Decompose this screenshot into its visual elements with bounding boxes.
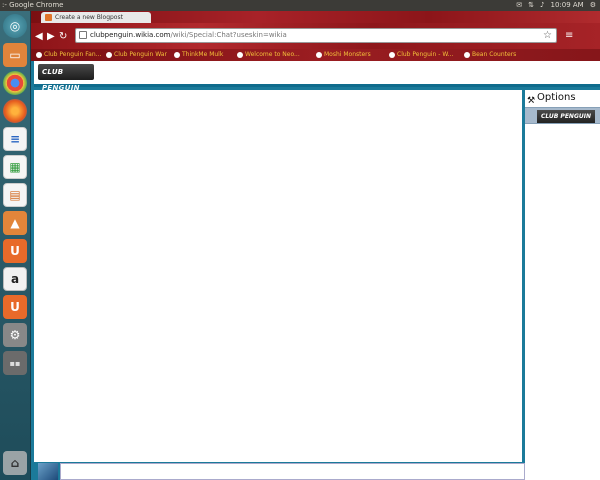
window-title: :- Google Chrome	[2, 1, 64, 9]
bookmark-item[interactable]: ThinkMe Mulk	[173, 49, 223, 61]
bookmark-item[interactable]: Moshi Monsters	[315, 49, 371, 61]
chat-input-row	[34, 462, 525, 480]
wiki-logo[interactable]: CLUB PENGUIN	[38, 64, 94, 92]
user-wiki-logo: CLUB PENGUIN	[537, 110, 595, 123]
bookmark-favicon-icon	[36, 52, 42, 58]
amazon-icon[interactable]: a	[3, 267, 27, 291]
address-bar[interactable]: clubpenguin.wikia.com/wiki/Special:Chat?…	[75, 28, 557, 43]
wrench-menu-icon[interactable]: ≡	[565, 30, 579, 44]
tab-active[interactable]: Create a new Blogpost	[41, 12, 151, 23]
bookmark-favicon-icon	[464, 52, 470, 58]
avatar	[38, 463, 58, 480]
browser-toolbar: ◀ ▶ ↻ clubpenguin.wikia.com/wiki/Special…	[31, 23, 600, 49]
indicator-area: ✉ ⇅ ♪ 10:09 AM ⚙	[516, 0, 596, 11]
chat-message-input[interactable]	[60, 463, 525, 480]
bookmark-favicon-icon	[316, 52, 322, 58]
url-path: /wiki/Special:Chat?useskin=wikia	[170, 31, 287, 39]
software-center-icon[interactable]: ▲	[3, 211, 27, 235]
bookmark-favicon-icon	[389, 52, 395, 58]
volume-indicator-icon[interactable]: ♪	[540, 0, 544, 11]
calc-icon[interactable]: ▦	[3, 155, 27, 179]
back-button[interactable]: ◀	[35, 31, 47, 43]
bookmark-item[interactable]: Bean Counters	[463, 49, 516, 61]
chat-header: CLUB PENGUIN	[34, 61, 600, 92]
network-indicator-icon[interactable]: ⇅	[528, 0, 534, 11]
bookmark-star-icon[interactable]: ☆	[543, 29, 552, 42]
bookmark-item[interactable]: Club Penguin War	[105, 49, 167, 61]
ubuntu-one-music-icon[interactable]: U	[3, 295, 27, 319]
ubuntu-one-icon[interactable]: U	[3, 239, 27, 263]
tab-title: Create a new Blogpost	[55, 14, 123, 21]
bookmarks-bar: Club Penguin Fan... Club Penguin War Thi…	[31, 49, 600, 61]
firefox-icon[interactable]	[3, 99, 27, 123]
files-icon[interactable]: ▭	[3, 43, 27, 67]
bookmark-item[interactable]: Club Penguin - W...	[388, 49, 453, 61]
writer-icon[interactable]: ≡	[3, 127, 27, 151]
unity-launcher: ◎ ▭ ≡ ▦ ▤ ▲ U a U ⚙ ▪▪ ⌂	[0, 11, 31, 480]
options-label: Options	[537, 92, 576, 103]
system-top-panel: :- Google Chrome ✉ ⇅ ♪ 10:09 AM ⚙	[0, 0, 600, 11]
chat-user-list: ⚒ Options CLUB PENGUIN	[525, 90, 600, 480]
power-gear-icon[interactable]: ⚙	[590, 0, 596, 11]
tab-strip: Create a new Blogpost	[31, 11, 600, 23]
impress-icon[interactable]: ▤	[3, 183, 27, 207]
chat-message-area[interactable]	[34, 90, 522, 462]
page-icon	[79, 31, 87, 39]
mail-indicator-icon[interactable]: ✉	[516, 0, 522, 11]
trash-icon[interactable]: ⌂	[3, 451, 27, 475]
options-button[interactable]: ⚒ Options	[525, 90, 600, 106]
browser-window: Create a new Blogpost ◀ ▶ ↻ clubpenguin.…	[31, 11, 600, 480]
bookmark-favicon-icon	[174, 52, 180, 58]
chrome-icon[interactable]	[3, 71, 27, 95]
url-host: clubpenguin.wikia.com	[90, 31, 171, 39]
bookmark-favicon-icon	[106, 52, 112, 58]
user-list-item[interactable]: CLUB PENGUIN	[525, 107, 600, 124]
clock[interactable]: 10:09 AM	[550, 0, 583, 11]
bookmark-item[interactable]: Welcome to Neo...	[236, 49, 300, 61]
system-settings-icon[interactable]: ⚙	[3, 323, 27, 347]
workspace-switcher-icon[interactable]: ▪▪	[3, 351, 27, 375]
dash-home-icon[interactable]: ◎	[3, 14, 27, 38]
chat-page: CLUB PENGUIN ⚒ Options CLUB PENGUIN	[31, 61, 600, 480]
blogger-favicon-icon	[45, 14, 52, 21]
bookmark-item[interactable]: Club Penguin Fan...	[35, 49, 101, 61]
bookmark-favicon-icon	[237, 52, 243, 58]
forward-button[interactable]: ▶	[47, 31, 59, 43]
reload-button[interactable]: ↻	[59, 31, 71, 43]
